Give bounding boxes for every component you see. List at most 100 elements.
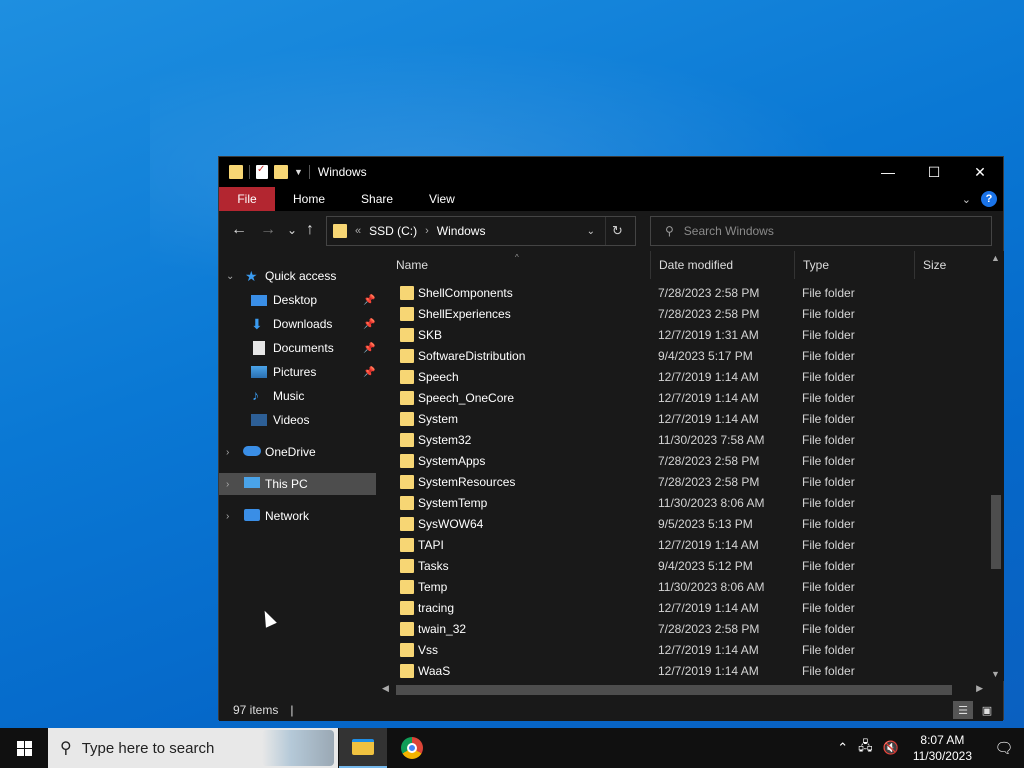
new-folder-icon[interactable] — [274, 165, 288, 179]
volume-muted-icon[interactable]: 🔇 — [883, 740, 899, 756]
folder-icon — [400, 306, 414, 321]
address-bar[interactable]: « SSD (C:) › Windows ⌄ ↻ — [326, 216, 636, 246]
scroll-thumb[interactable] — [991, 495, 1001, 569]
file-type: File folder — [802, 411, 855, 426]
tab-view[interactable]: View — [411, 187, 473, 211]
breadcrumb-windows[interactable]: Windows — [437, 224, 486, 238]
chevron-right-icon[interactable]: › — [226, 511, 229, 522]
file-list[interactable]: ^ Name Date modified Type Size ShellComp… — [378, 251, 1004, 681]
title-bar[interactable]: ▼ Windows — ☐ ✕ — [219, 157, 1003, 187]
nav-label: Quick access — [265, 269, 337, 283]
nav-network[interactable]: › Network — [219, 505, 376, 527]
chevron-right-icon[interactable]: › — [226, 479, 229, 490]
table-row[interactable]: WaaS 12/7/2019 1:14 AM File folder — [378, 660, 986, 681]
taskbar-search[interactable]: ⚲ Type here to search — [48, 728, 338, 768]
scroll-down-icon[interactable]: ▼ — [991, 669, 1000, 679]
table-row[interactable]: TAPI 12/7/2019 1:14 AM File folder — [378, 534, 986, 555]
tab-home[interactable]: Home — [275, 187, 343, 211]
table-row[interactable]: Speech_OneCore 12/7/2019 1:14 AM File fold… — [378, 387, 986, 408]
scroll-right-icon[interactable]: ▶ — [976, 683, 983, 694]
close-button[interactable]: ✕ — [957, 157, 1003, 187]
table-row[interactable]: Speech 12/7/2019 1:14 AM File folder — [378, 366, 986, 387]
show-hidden-icons-icon[interactable]: ⌃ — [837, 740, 848, 756]
network-tray-icon[interactable]: 🖧 — [858, 737, 873, 759]
column-name[interactable]: Name — [388, 251, 650, 279]
table-row[interactable]: tracing 12/7/2019 1:14 AM File folder — [378, 597, 986, 618]
table-row[interactable]: System 12/7/2019 1:14 AM File folder — [378, 408, 986, 429]
table-row[interactable]: SoftwareDistribution 9/4/2023 5:17 PM File… — [378, 345, 986, 366]
table-row[interactable]: Temp 11/30/2023 8:06 AM File folder — [378, 576, 986, 597]
taskbar: ⚲ Type here to search ⌃ 🖧 🔇 8:07 AM 11/3… — [0, 728, 1024, 768]
nav-item-desktop[interactable]: Desktop 📌 — [219, 289, 376, 311]
customize-toolbar-icon[interactable]: ▼ — [294, 167, 303, 177]
scroll-up-icon[interactable]: ▲ — [991, 253, 1000, 263]
refresh-button[interactable]: ↻ — [605, 217, 629, 245]
horizontal-scrollbar[interactable]: ◀ ▶ — [378, 681, 987, 698]
pin-icon[interactable]: 📌 — [363, 367, 375, 378]
table-row[interactable]: SysWOW64 9/5/2023 5:13 PM File folder — [378, 513, 986, 534]
file-explorer-window[interactable]: ▼ Windows — ☐ ✕ File Home Share View ⌄ ?… — [218, 156, 1004, 721]
table-row[interactable]: SystemTemp 11/30/2023 8:06 AM File folder — [378, 492, 986, 513]
folder-icon — [400, 495, 414, 510]
table-row[interactable]: Vss 12/7/2019 1:14 AM File folder — [378, 639, 986, 660]
recent-locations-button[interactable]: ⌄ — [287, 223, 297, 237]
search-box[interactable]: ⚲ — [650, 216, 992, 246]
address-overflow[interactable]: « — [355, 225, 361, 237]
address-dropdown-icon[interactable]: ⌄ — [587, 226, 595, 237]
breadcrumb-ssd[interactable]: SSD (C:) — [369, 224, 417, 238]
details-view-icon[interactable]: ☰ — [953, 701, 973, 719]
nav-item-pictures[interactable]: Pictures 📌 — [219, 361, 376, 383]
column-type[interactable]: Type — [794, 251, 914, 279]
large-icons-view-icon[interactable]: ▣ — [977, 701, 997, 719]
table-row[interactable]: Tasks 9/4/2023 5:12 PM File folder — [378, 555, 986, 576]
nav-this-pc[interactable]: › This PC — [219, 473, 376, 495]
back-button[interactable]: ← — [231, 221, 247, 239]
vertical-scrollbar[interactable]: ▲ ▼ — [987, 251, 1004, 681]
nav-item-music[interactable]: ♪ Music — [219, 385, 376, 407]
table-row[interactable]: twain_32 7/28/2023 2:58 PM File folder — [378, 618, 986, 639]
folder-icon — [400, 369, 414, 384]
search-input[interactable] — [683, 224, 964, 238]
chevron-down-icon[interactable]: ⌄ — [962, 193, 971, 206]
chevron-down-icon[interactable]: ⌄ — [226, 271, 234, 282]
nav-onedrive[interactable]: › OneDrive — [219, 441, 376, 463]
scroll-thumb[interactable] — [396, 685, 952, 695]
file-date-modified: 7/28/2023 2:58 PM — [658, 453, 760, 468]
help-icon[interactable]: ? — [981, 191, 997, 207]
tab-file[interactable]: File — [219, 187, 275, 211]
minimize-button[interactable]: — — [865, 157, 911, 187]
table-row[interactable]: ShellExperiences 7/28/2023 2:58 PM File fo… — [378, 303, 986, 324]
clock[interactable]: 8:07 AM 11/30/2023 — [913, 732, 972, 764]
column-date-modified[interactable]: Date modified — [650, 251, 794, 279]
scroll-left-icon[interactable]: ◀ — [382, 683, 389, 694]
breadcrumb-separator[interactable]: › — [425, 225, 429, 237]
search-highlight-image[interactable] — [262, 730, 334, 766]
nav-item-documents[interactable]: Documents 📌 — [219, 337, 376, 359]
tab-share[interactable]: Share — [343, 187, 411, 211]
table-row[interactable]: System32 11/30/2023 7:58 AM File folder — [378, 429, 986, 450]
properties-icon[interactable] — [256, 164, 268, 179]
chevron-right-icon[interactable]: › — [226, 447, 229, 458]
nav-item-downloads[interactable]: ⬇ Downloads 📌 — [219, 313, 376, 335]
pin-icon[interactable]: 📌 — [363, 319, 375, 330]
chrome-taskbar-button[interactable] — [388, 728, 436, 768]
nav-item-videos[interactable]: Videos — [219, 409, 376, 431]
table-row[interactable]: SKB 12/7/2019 1:31 AM File folder — [378, 324, 986, 345]
pin-icon[interactable]: 📌 — [363, 295, 375, 306]
file-name: twain_32 — [418, 621, 467, 636]
notification-center-icon[interactable]: 🗨 — [984, 728, 1024, 768]
maximize-button[interactable]: ☐ — [911, 157, 957, 187]
file-explorer-taskbar-button[interactable] — [339, 728, 387, 768]
table-row[interactable]: SystemApps 7/28/2023 2:58 PM File folder — [378, 450, 986, 471]
forward-button[interactable]: → — [260, 221, 276, 239]
divider — [308, 165, 310, 179]
nav-quick-access[interactable]: ⌄ ★ Quick access — [219, 265, 376, 287]
navigation-bar: ← → ⌄ ↑ « SSD (C:) › Windows ⌄ ↻ ⚲ — [219, 211, 1003, 251]
table-row[interactable]: ShellComponents 7/28/2023 2:58 PM File fol… — [378, 282, 986, 303]
file-date-modified: 11/30/2023 8:06 AM — [658, 495, 765, 510]
start-button[interactable] — [0, 728, 48, 768]
column-size[interactable]: Size — [914, 251, 986, 279]
pin-icon[interactable]: 📌 — [363, 343, 375, 354]
up-button[interactable]: ↑ — [306, 221, 314, 239]
table-row[interactable]: SystemResources 7/28/2023 2:58 PM File fol… — [378, 471, 986, 492]
